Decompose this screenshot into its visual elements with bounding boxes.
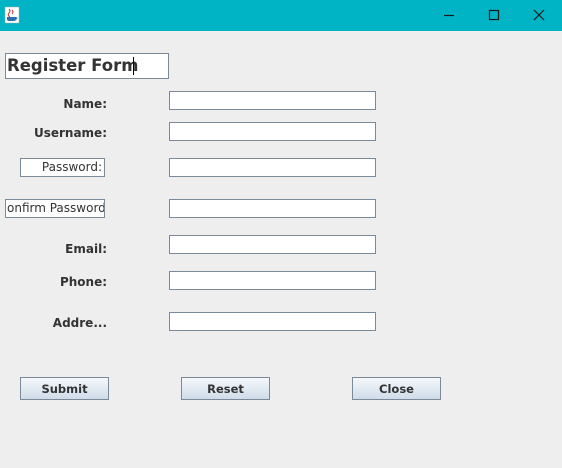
window-close-button[interactable] <box>516 0 562 31</box>
password-input[interactable] <box>169 158 376 177</box>
form-title-field[interactable]: Register Form <box>5 53 169 79</box>
confirm-password-label-text: onfirm Password: <box>7 201 105 215</box>
password-label: Password: <box>20 158 105 177</box>
phone-input[interactable] <box>169 271 376 290</box>
maximize-icon <box>488 6 500 25</box>
email-label: Email: <box>65 242 107 256</box>
window-titlebar <box>0 0 562 31</box>
address-label: Addre... <box>52 316 107 330</box>
username-input[interactable] <box>169 122 376 141</box>
confirm-password-input[interactable] <box>169 199 376 218</box>
close-icon <box>533 6 545 25</box>
close-button[interactable]: Close <box>352 377 441 400</box>
confirm-password-label: onfirm Password: <box>5 199 105 218</box>
password-label-text: Password: <box>41 160 102 174</box>
username-label: Username: <box>33 126 107 140</box>
address-input[interactable] <box>169 312 376 331</box>
form-title-text: Register Form <box>7 56 139 75</box>
minimize-button[interactable] <box>426 0 472 31</box>
minimize-icon <box>443 6 455 25</box>
name-input[interactable] <box>169 91 376 110</box>
phone-label: Phone: <box>59 275 107 289</box>
email-input[interactable] <box>169 235 376 254</box>
submit-button[interactable]: Submit <box>20 377 109 400</box>
reset-button[interactable]: Reset <box>181 377 270 400</box>
text-caret <box>133 57 134 75</box>
name-label: Name: <box>63 97 107 111</box>
java-cup-icon[interactable] <box>4 6 20 24</box>
maximize-button[interactable] <box>471 0 517 31</box>
